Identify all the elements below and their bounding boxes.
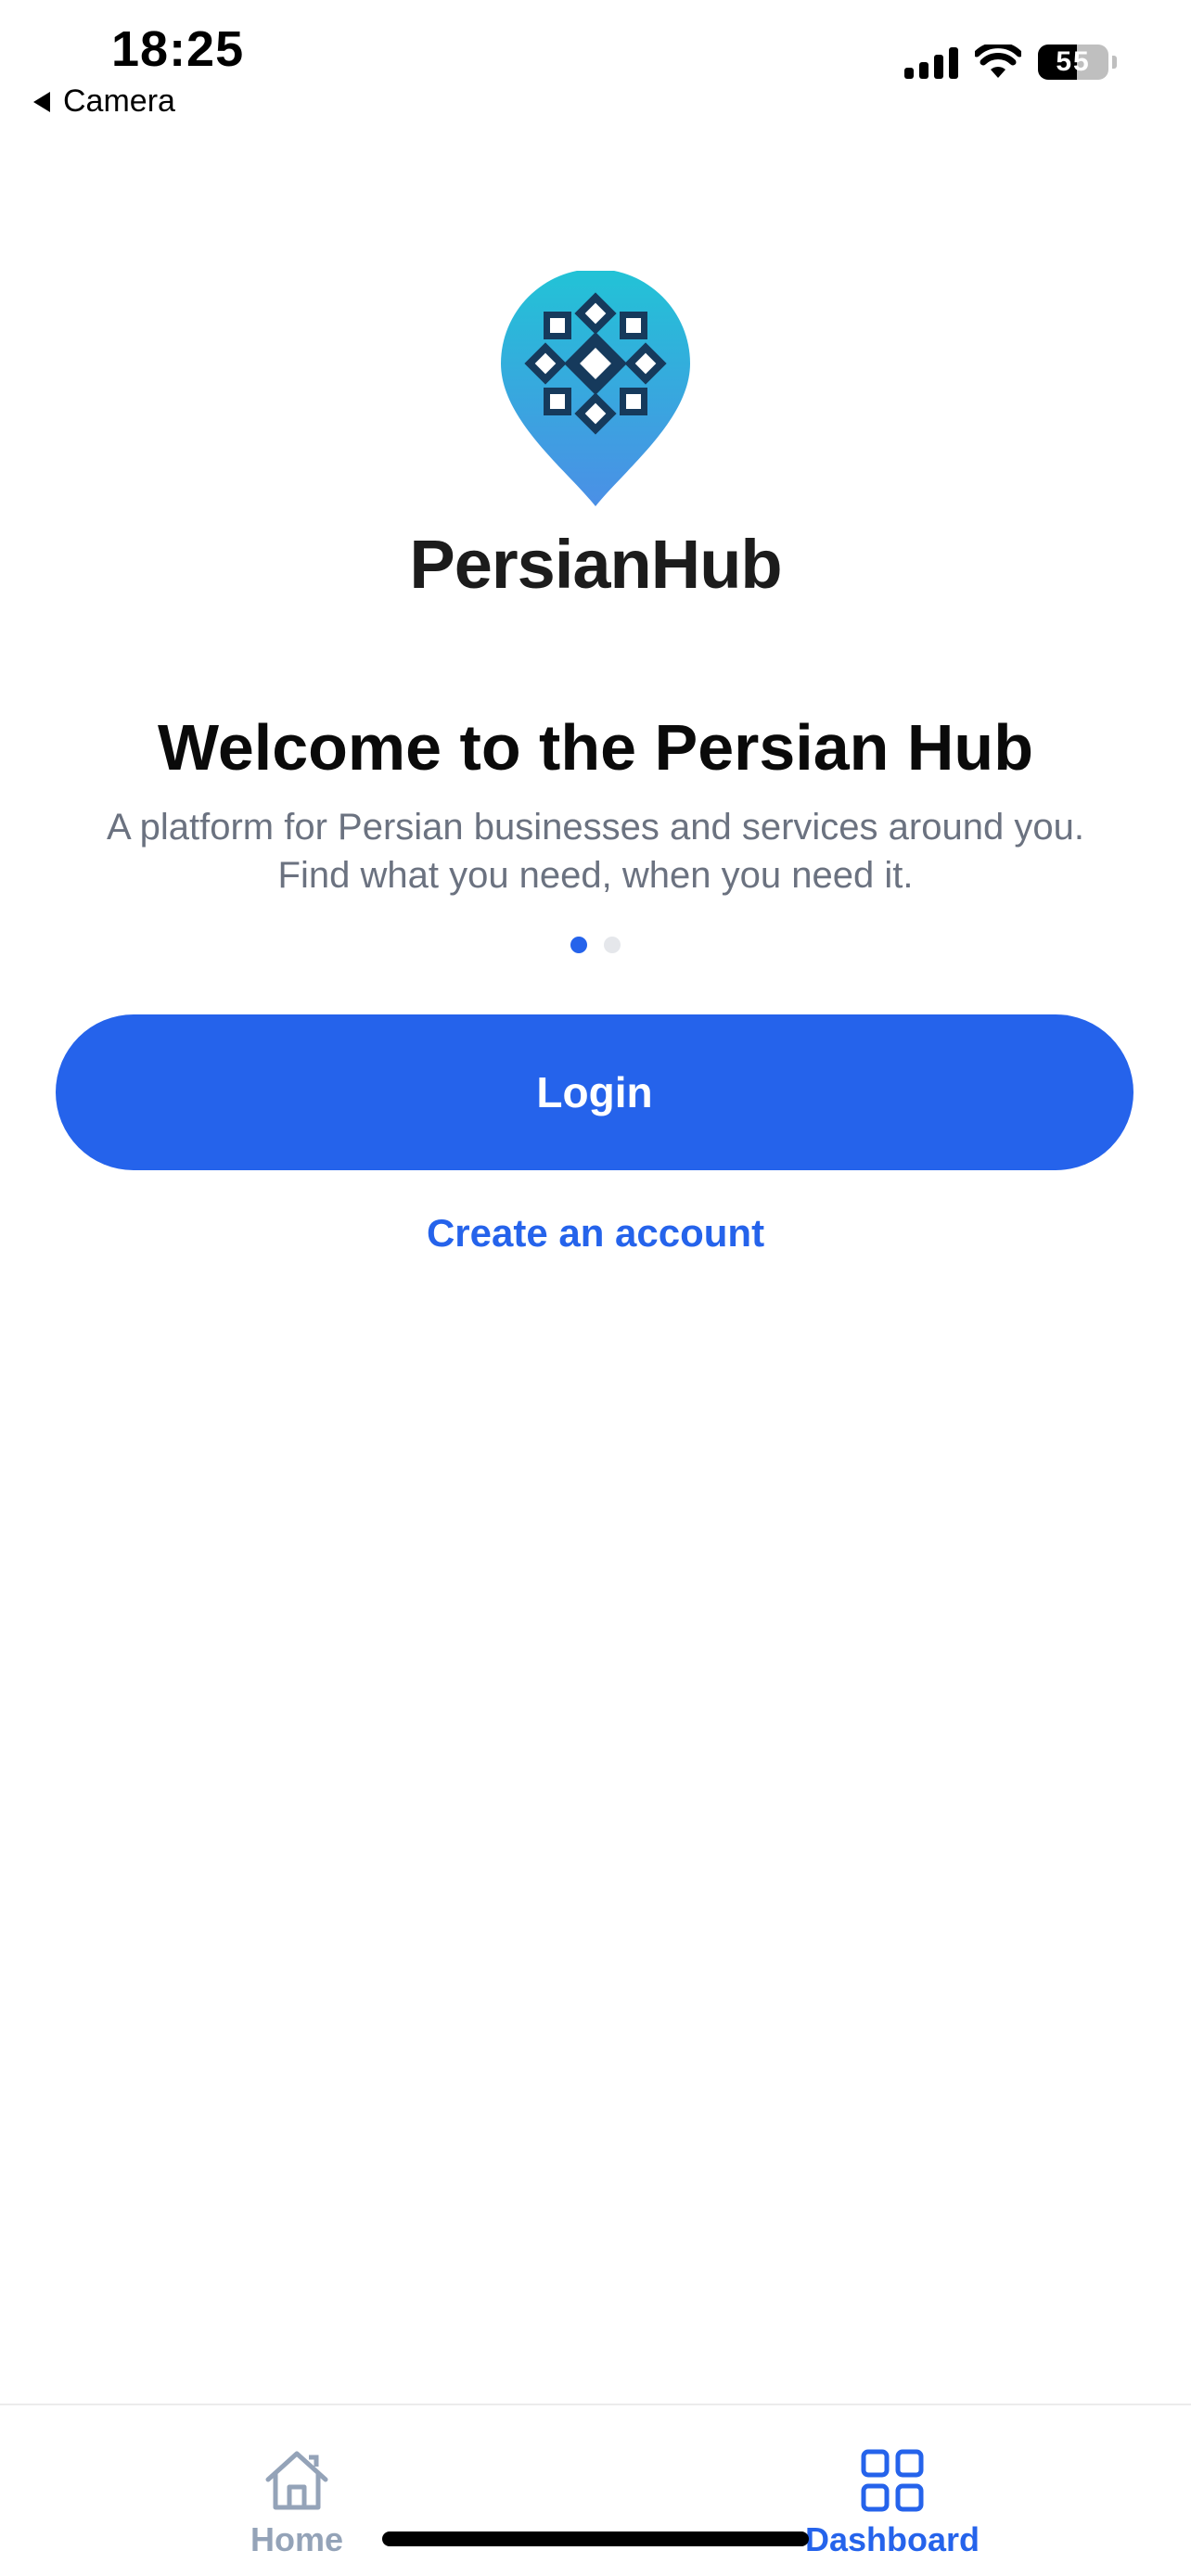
wifi-icon bbox=[975, 45, 1021, 78]
tab-home-label: Home bbox=[250, 2520, 344, 2558]
subtitle-line-1: A platform for Persian businesses and se… bbox=[107, 807, 1084, 848]
battery-cap bbox=[1112, 56, 1117, 69]
page-dot-2[interactable] bbox=[604, 937, 621, 953]
welcome-subtitle: A platform for Persian businesses and se… bbox=[37, 803, 1154, 899]
cellular-signal-icon bbox=[904, 45, 958, 79]
back-to-camera-link[interactable]: Camera bbox=[33, 83, 175, 120]
status-icons: 55 bbox=[904, 45, 1117, 80]
back-label: Camera bbox=[63, 83, 175, 119]
persianhub-logo-icon bbox=[501, 271, 690, 506]
brand-name: PersianHub bbox=[409, 526, 782, 603]
login-button[interactable]: Login bbox=[56, 1014, 1133, 1170]
battery-icon: 55 bbox=[1038, 45, 1108, 80]
tab-bar: Home Dashboard bbox=[0, 2404, 1191, 2576]
subtitle-line-2: Find what you need, when you need it. bbox=[277, 855, 914, 896]
home-indicator[interactable] bbox=[382, 2531, 809, 2546]
back-arrow-icon bbox=[33, 91, 50, 112]
home-icon bbox=[265, 2451, 328, 2510]
welcome-screen: 18:25 Camera 55 PersianHub Welcome to th… bbox=[0, 0, 1191, 2576]
status-time: 18:25 bbox=[111, 21, 245, 77]
welcome-title: Welcome to the Persian Hub bbox=[158, 711, 1033, 784]
page-dot-1[interactable] bbox=[570, 937, 587, 953]
page-indicator bbox=[0, 937, 1191, 953]
create-account-link[interactable]: Create an account bbox=[0, 1211, 1191, 1256]
grid-icon bbox=[861, 2449, 924, 2512]
tab-dashboard-label: Dashboard bbox=[804, 2520, 980, 2558]
battery-level: 55 bbox=[1056, 46, 1091, 77]
